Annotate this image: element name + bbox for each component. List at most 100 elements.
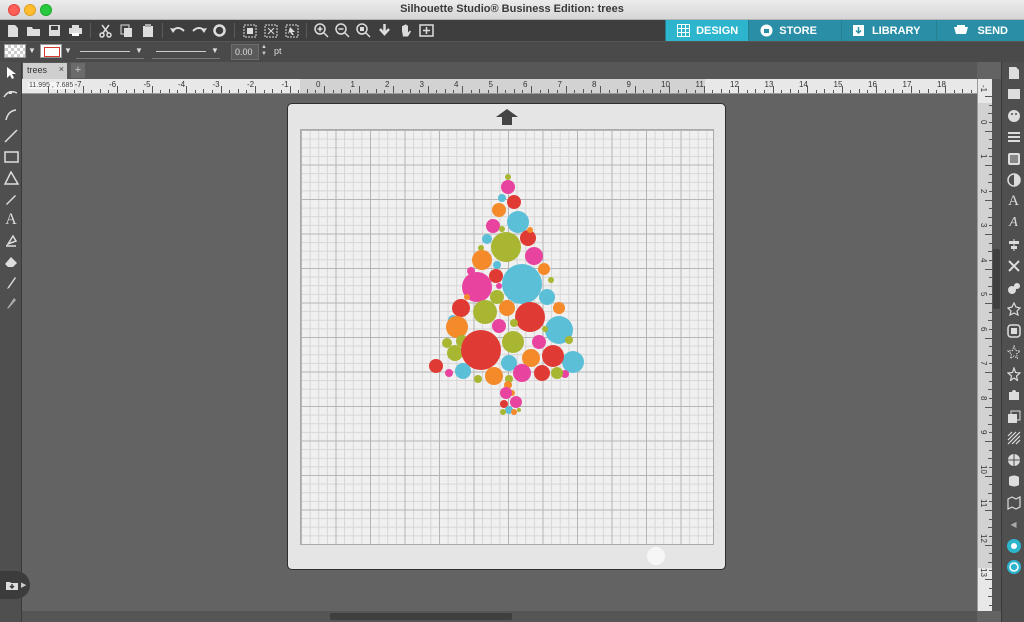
vertical-scroll-thumb[interactable]	[993, 249, 1000, 309]
library-panel-button[interactable]	[1002, 406, 1024, 428]
tree-circle[interactable]	[474, 375, 482, 383]
redo-icon[interactable]	[190, 22, 207, 39]
line-panel-button[interactable]	[1002, 127, 1024, 149]
map-panel-button[interactable]	[1002, 492, 1024, 514]
zoom-in-icon[interactable]	[313, 22, 330, 39]
cutting-area[interactable]	[300, 129, 715, 565]
select-all-icon[interactable]	[283, 22, 300, 39]
knife-tool[interactable]	[0, 272, 22, 293]
tree-circle[interactable]	[473, 300, 497, 324]
tree-circle[interactable]	[565, 336, 573, 344]
tree-circle[interactable]	[538, 263, 550, 275]
ungroup-icon[interactable]	[262, 22, 279, 39]
tree-circle[interactable]	[539, 289, 555, 305]
contrast-panel-button[interactable]	[1002, 170, 1024, 192]
line-width-stepper[interactable]: ▲ ▼	[261, 44, 267, 58]
tree-circle[interactable]	[551, 367, 563, 379]
line-style-dropdown-icon[interactable]: ▼	[135, 46, 143, 55]
open-file-icon[interactable]	[25, 22, 42, 39]
tree-circle[interactable]	[517, 408, 521, 412]
refresh-icon[interactable]	[211, 22, 228, 39]
sketch-panel-button[interactable]	[1002, 363, 1024, 385]
add-tab-button[interactable]: +	[71, 63, 85, 78]
tree-circle[interactable]	[500, 409, 506, 415]
select-tool[interactable]	[0, 62, 22, 83]
text-tool[interactable]: A	[0, 209, 22, 230]
fill-panel-button[interactable]	[1002, 105, 1024, 127]
eyedropper-tool[interactable]	[0, 293, 22, 314]
tree-circle[interactable]	[534, 365, 550, 381]
nesting-panel-button[interactable]	[1002, 385, 1024, 407]
tree-circle[interactable]	[429, 359, 443, 373]
add-page-icon[interactable]	[418, 22, 435, 39]
tree-circle[interactable]	[548, 277, 554, 283]
print-icon[interactable]	[67, 22, 84, 39]
line-style-select[interactable]	[76, 44, 144, 59]
send-panel-button[interactable]	[1002, 84, 1024, 106]
warp-panel-button[interactable]	[1002, 471, 1024, 493]
tree-circle[interactable]	[502, 264, 542, 304]
replicate-panel-button[interactable]	[1002, 277, 1024, 299]
tree-circle[interactable]	[527, 227, 533, 233]
tree-circle[interactable]	[447, 345, 463, 361]
tree-circle[interactable]	[553, 302, 565, 314]
vertical-ruler[interactable]: -1 0 1 2 3 4 5 6 7 8 9 10 11 12 13	[977, 79, 992, 611]
print-cut-panel-button[interactable]	[1002, 449, 1024, 471]
tree-circle[interactable]	[485, 367, 503, 385]
tree-circle[interactable]	[482, 234, 492, 244]
point-edit-tool[interactable]	[0, 83, 22, 104]
pan-hand-icon[interactable]	[397, 22, 414, 39]
eraser-tool[interactable]	[0, 251, 22, 272]
tree-circle[interactable]	[486, 219, 500, 233]
pencil-tool[interactable]	[0, 188, 22, 209]
tree-circle[interactable]	[507, 195, 521, 209]
tree-circle[interactable]	[496, 283, 502, 289]
tree-circle[interactable]	[446, 316, 468, 338]
tree-circle[interactable]	[500, 387, 512, 399]
tree-circle[interactable]	[505, 174, 511, 180]
tree-circle[interactable]	[525, 247, 543, 265]
zoom-selection-icon[interactable]	[355, 22, 372, 39]
line-width-input[interactable]: 0.00	[231, 44, 259, 60]
tree-circle[interactable]	[499, 226, 505, 232]
tree-circle[interactable]	[489, 269, 503, 283]
tree-circle[interactable]	[542, 326, 548, 332]
tree-circle[interactable]	[452, 299, 470, 317]
tree-circle[interactable]	[562, 351, 584, 373]
save-icon[interactable]	[46, 22, 63, 39]
tree-circle[interactable]	[455, 363, 471, 379]
group-icon[interactable]	[241, 22, 258, 39]
tree-circle[interactable]	[501, 180, 515, 194]
line-join-dropdown-icon[interactable]: ▼	[211, 46, 219, 55]
tree-circle[interactable]	[542, 345, 564, 367]
tree-circle[interactable]	[502, 331, 524, 353]
line-color-swatch[interactable]	[40, 44, 62, 58]
fill-dropdown-icon[interactable]: ▼	[28, 46, 36, 55]
close-tab-icon[interactable]: ×	[59, 64, 64, 74]
tree-circle[interactable]	[492, 319, 506, 333]
image-panel-button[interactable]	[1002, 148, 1024, 170]
cut-icon[interactable]	[97, 22, 114, 39]
help-button[interactable]	[1002, 557, 1024, 579]
page-setup-panel-button[interactable]	[1002, 62, 1024, 84]
tree-circle[interactable]	[493, 261, 501, 269]
fill-tool[interactable]	[0, 230, 22, 251]
settings-button[interactable]	[1002, 535, 1024, 557]
christmas-tree-design[interactable]	[301, 130, 715, 546]
offset-panel-button[interactable]	[1002, 320, 1024, 342]
polygon-tool[interactable]	[0, 167, 22, 188]
zoom-out-icon[interactable]	[334, 22, 351, 39]
fill-color-swatch[interactable]	[4, 44, 26, 58]
copy-icon[interactable]	[118, 22, 135, 39]
tree-circle[interactable]	[492, 203, 506, 217]
tree-circle[interactable]	[510, 396, 522, 408]
align-panel-button[interactable]	[1002, 234, 1024, 256]
tree-circle[interactable]	[445, 369, 453, 377]
line-join-select[interactable]	[152, 44, 220, 59]
tree-circle[interactable]	[532, 335, 546, 349]
trace-panel-button[interactable]	[1002, 342, 1024, 364]
tree-circle[interactable]	[515, 302, 545, 332]
tree-circle[interactable]	[507, 211, 529, 233]
tree-circle[interactable]	[520, 230, 536, 246]
tree-circle[interactable]	[511, 409, 517, 415]
